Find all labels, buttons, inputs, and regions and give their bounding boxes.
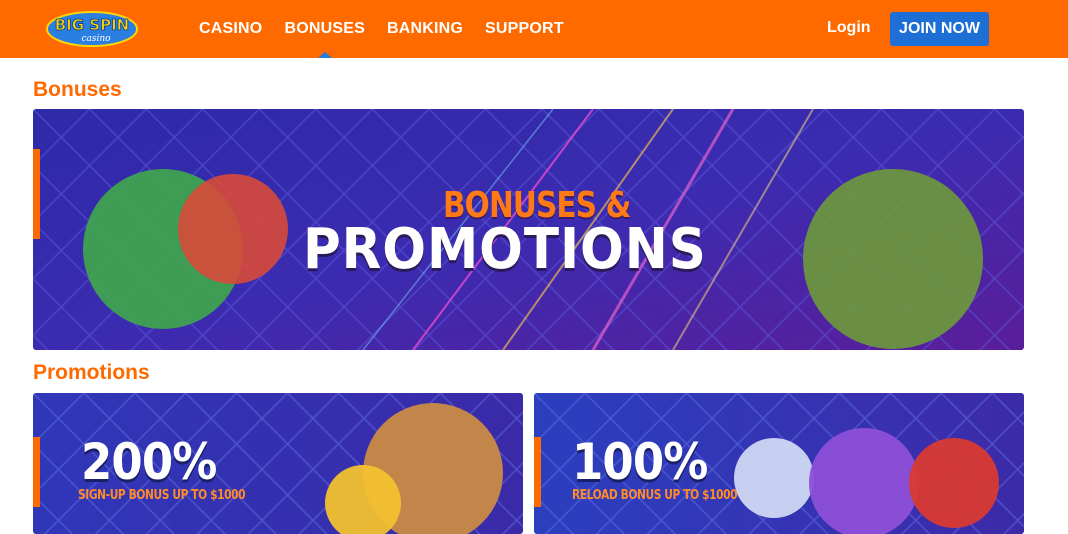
- banner-line-2: PROMOTIONS: [303, 217, 707, 282]
- main-nav: CASINO BONUSES BANKING SUPPORT: [199, 0, 564, 58]
- nav-item-bonuses[interactable]: BONUSES: [284, 0, 365, 58]
- login-link[interactable]: Login: [827, 19, 871, 37]
- promo-card-reload[interactable]: 100% RELOAD BONUS UP TO $1000: [534, 393, 1024, 534]
- banner-side-tab: [33, 149, 40, 239]
- bonuses-heading: Bonuses: [33, 78, 122, 101]
- promo-headline: 100%: [572, 433, 708, 491]
- promo-side-tab: [534, 437, 541, 507]
- promo-subline: SIGN-UP BONUS UP TO $1000: [78, 488, 246, 503]
- big-spin-casino-logo[interactable]: BIG SPIN casino: [46, 10, 138, 48]
- nav-item-banking[interactable]: BANKING: [387, 0, 463, 58]
- join-now-button[interactable]: JOIN NOW: [890, 12, 989, 46]
- nav-item-support[interactable]: SUPPORT: [485, 0, 564, 58]
- top-navigation-bar: BIG SPIN casino CASINO BONUSES BANKING S…: [0, 0, 1068, 58]
- bonuses-promotions-banner[interactable]: BONUSES & PROMOTIONS: [33, 109, 1024, 350]
- promo-headline: 200%: [81, 433, 217, 491]
- promo-card-signup[interactable]: 200% SIGN-UP BONUS UP TO $1000: [33, 393, 523, 534]
- nav-item-casino[interactable]: CASINO: [199, 0, 262, 58]
- promotions-heading: Promotions: [33, 361, 150, 384]
- logo-subtext: casino: [81, 34, 111, 44]
- logo-text: BIG SPIN: [55, 16, 129, 34]
- promo-subline: RELOAD BONUS UP TO $1000: [572, 488, 738, 503]
- promo-side-tab: [33, 437, 40, 507]
